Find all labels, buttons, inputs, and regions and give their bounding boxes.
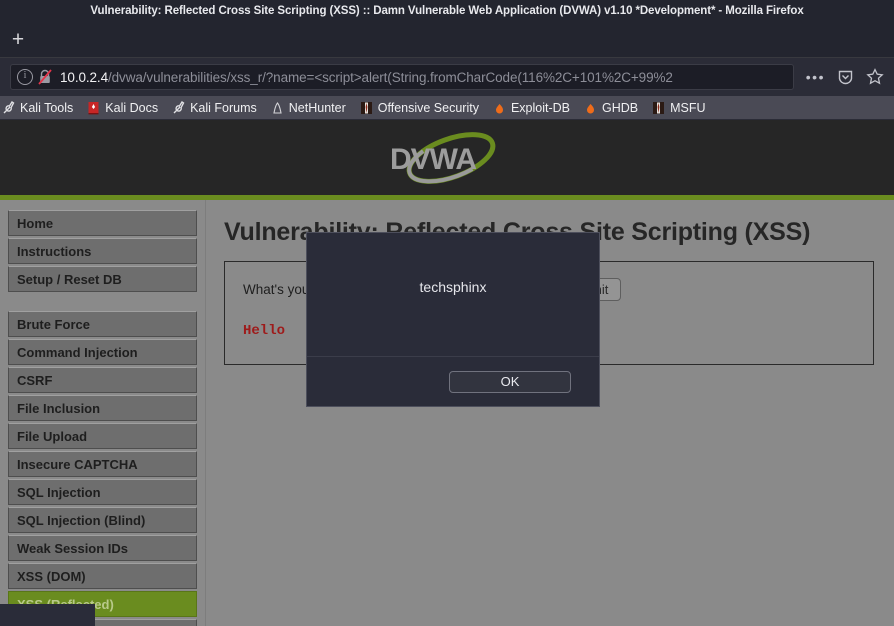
bookmark-kali-forums[interactable]: Kali Forums: [172, 101, 257, 115]
tab-strip: +: [0, 22, 894, 58]
sidebar-item-home[interactable]: Home: [8, 210, 197, 236]
sidebar-item-sql-injection-blind[interactable]: SQL Injection (Blind): [8, 507, 197, 533]
sidebar-item-brute-force[interactable]: Brute Force: [8, 311, 197, 337]
bookmark-label: MSFU: [670, 100, 706, 115]
url-path: /dvwa/vulnerabilities/xss_r/?name=<scrip…: [108, 69, 673, 85]
broken-lock-icon[interactable]: [38, 69, 52, 85]
red-book-icon: [88, 101, 99, 114]
wrench-icon: [173, 100, 185, 113]
pocket-shield-icon[interactable]: [837, 69, 854, 86]
star-icon[interactable]: [866, 68, 884, 86]
info-icon[interactable]: i: [17, 69, 33, 85]
sidebar-divider: [8, 294, 197, 311]
sidebar-item-file-inclusion[interactable]: File Inclusion: [8, 395, 197, 421]
bookmark-kali-docs[interactable]: Kali Docs: [87, 101, 158, 115]
site-header: DVWA: [0, 120, 894, 195]
bookmark-nethunter[interactable]: NetHunter: [271, 101, 346, 115]
url-host: 10.0.2.4: [60, 69, 108, 85]
new-tab-button[interactable]: +: [4, 26, 32, 54]
sidebar-item-xss-dom[interactable]: XSS (DOM): [8, 563, 197, 589]
toolbar-icons: •••: [794, 68, 884, 86]
offsec-icon: [360, 101, 372, 114]
bookmark-label: GHDB: [602, 100, 639, 115]
javascript-alert-dialog: techsphinx OK: [306, 232, 600, 407]
bookmarks-bar: Kali Tools Kali Docs Kali Forums NetHunt…: [0, 96, 894, 120]
bookmark-label: Offensive Security: [377, 100, 479, 115]
sidebar-item-weak-session-ids[interactable]: Weak Session IDs: [8, 535, 197, 561]
navigation-toolbar: i 10.0.2.4/dvwa/vulnerabilities/xss_r/?n…: [0, 58, 894, 96]
bookmark-label: NetHunter: [288, 100, 346, 115]
sidebar-item-command-injection[interactable]: Command Injection: [8, 339, 197, 365]
window-title: Vulnerability: Reflected Cross Site Scri…: [90, 5, 804, 17]
ok-button[interactable]: OK: [449, 370, 571, 393]
bookmark-exploit-db[interactable]: Exploit-DB: [493, 101, 570, 115]
bookmark-label: Kali Tools: [20, 100, 74, 115]
dvwa-logo: DVWA: [372, 127, 522, 189]
sidebar-item-csrf[interactable]: CSRF: [8, 367, 197, 393]
sidebar-item-insecure-captcha[interactable]: Insecure CAPTCHA: [8, 451, 197, 477]
flame-icon: [495, 103, 503, 113]
bookmark-label: Exploit-DB: [510, 100, 570, 115]
alert-message: techsphinx: [419, 278, 487, 295]
nethunter-icon: [273, 101, 282, 114]
wrench-icon: [3, 100, 15, 113]
sidebar-item-setup-reset-db[interactable]: Setup / Reset DB: [8, 266, 197, 292]
sidebar-item-instructions[interactable]: Instructions: [8, 238, 197, 264]
alert-footer: OK: [307, 356, 599, 406]
window-title-bar: Vulnerability: Reflected Cross Site Scri…: [0, 0, 894, 22]
bookmark-kali-tools[interactable]: Kali Tools: [2, 101, 73, 115]
status-overlay: [0, 604, 95, 626]
flame-icon: [587, 103, 594, 113]
bookmark-msfu[interactable]: MSFU: [652, 100, 706, 115]
svg-text:DVWA: DVWA: [390, 143, 476, 176]
url-bar[interactable]: i 10.0.2.4/dvwa/vulnerabilities/xss_r/?n…: [10, 64, 794, 90]
url-text[interactable]: 10.0.2.4/dvwa/vulnerabilities/xss_r/?nam…: [60, 70, 787, 85]
bookmark-label: Kali Forums: [190, 100, 257, 115]
offsec-icon: [653, 101, 665, 114]
sidebar-item-sql-injection[interactable]: SQL Injection: [8, 479, 197, 505]
bookmark-offensive-security[interactable]: Offensive Security: [360, 101, 479, 115]
sidebar-item-file-upload[interactable]: File Upload: [8, 423, 197, 449]
ellipsis-icon[interactable]: •••: [806, 70, 825, 84]
sidebar-nav: Home Instructions Setup / Reset DB Brute…: [0, 200, 205, 626]
bookmark-label: Kali Docs: [105, 100, 159, 115]
bookmark-ghdb[interactable]: GHDB: [584, 101, 638, 115]
